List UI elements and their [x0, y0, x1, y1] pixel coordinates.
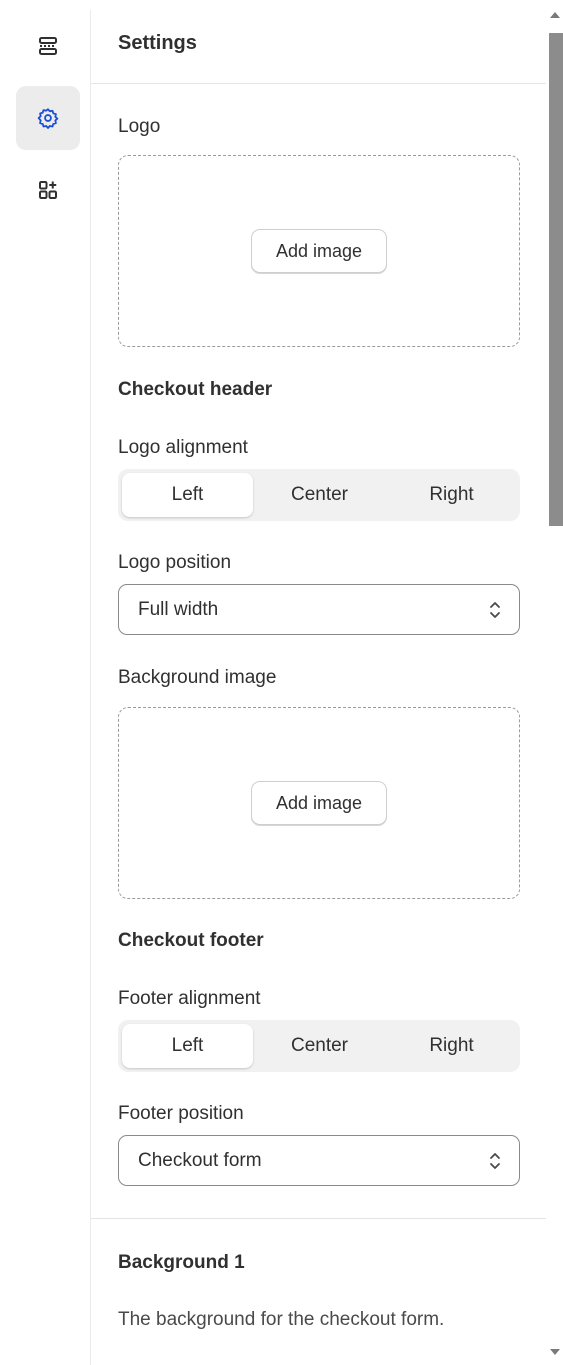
add-app-block-button[interactable] [16, 158, 80, 222]
checkout-header-title: Checkout header [118, 379, 273, 400]
background-1-description: The background for the checkout form. [118, 1309, 445, 1330]
logo-position-label: Logo position [118, 552, 232, 573]
footer-alignment-right[interactable]: Right [386, 1024, 517, 1068]
sidebar-rail [0, 10, 91, 1365]
checkout-footer-title: Checkout footer [118, 930, 264, 951]
footer-position-value: Checkout form [138, 1150, 262, 1171]
logo-alignment-right[interactable]: Right [386, 473, 517, 517]
add-app-block-icon [37, 179, 59, 201]
page-title: Settings [118, 32, 197, 54]
logo-alignment-label: Logo alignment [118, 437, 248, 458]
logo-alignment-center[interactable]: Center [254, 473, 385, 517]
select-arrows-icon [488, 1151, 502, 1176]
logo-position-value: Full width [138, 599, 219, 620]
logo-position-select[interactable]: Full width [118, 584, 520, 635]
background-image-dropzone[interactable]: Add image [118, 707, 520, 899]
background-1-title: Background 1 [118, 1252, 245, 1273]
scroll-up-arrow-icon[interactable] [550, 12, 560, 18]
settings-panel: Settings Logo Add image Checkout header … [91, 10, 546, 1365]
background-image-label: Background image [118, 667, 277, 688]
background-add-image-button[interactable]: Add image [251, 781, 387, 825]
section-divider [91, 1218, 546, 1219]
logo-label: Logo [118, 116, 161, 137]
gear-icon [37, 107, 59, 129]
footer-alignment-left[interactable]: Left [122, 1024, 253, 1068]
logo-dropzone[interactable]: Add image [118, 155, 520, 347]
scrollbar-thumb[interactable] [549, 33, 563, 526]
scroll-down-arrow-icon[interactable] [550, 1349, 560, 1355]
footer-position-select[interactable]: Checkout form [118, 1135, 520, 1186]
panel-header: Settings [91, 10, 546, 84]
footer-alignment-center[interactable]: Center [254, 1024, 385, 1068]
footer-position-label: Footer position [118, 1103, 244, 1124]
scrollbar[interactable] [546, 0, 563, 1365]
footer-alignment-segmented: Left Center Right [118, 1020, 520, 1072]
select-arrows-icon [488, 600, 502, 625]
footer-alignment-label: Footer alignment [118, 988, 261, 1009]
sections-icon [37, 35, 59, 57]
settings-button[interactable] [16, 86, 80, 150]
sections-button[interactable] [16, 14, 80, 78]
logo-add-image-button[interactable]: Add image [251, 229, 387, 273]
logo-alignment-segmented: Left Center Right [118, 469, 520, 521]
logo-alignment-left[interactable]: Left [122, 473, 253, 517]
